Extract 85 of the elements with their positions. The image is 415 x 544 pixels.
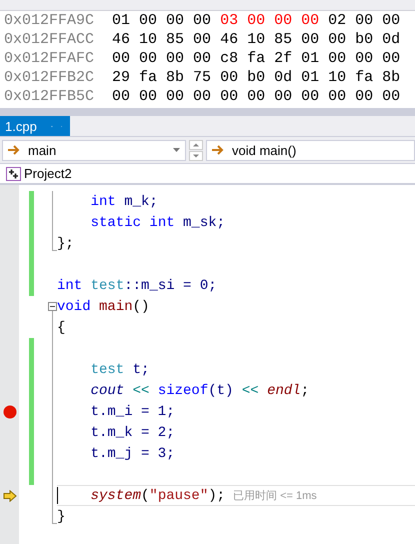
arrow-icon	[212, 145, 224, 155]
memory-byte: 10	[247, 30, 266, 49]
code-line: cout << sizeof(t) << endl;	[90, 382, 310, 398]
memory-byte: 00	[112, 49, 130, 68]
code-line: system("pause");	[90, 488, 226, 504]
memory-byte: 00	[193, 87, 212, 106]
code-line: int m_k;	[90, 194, 158, 210]
memory-byte: 00	[139, 11, 158, 30]
memory-byte: 0d	[382, 30, 400, 49]
code-line: static int m_sk;	[90, 214, 226, 230]
memory-byte: 00	[328, 30, 346, 49]
memory-byte: 00	[274, 11, 292, 30]
memory-byte: 00	[166, 87, 184, 106]
memory-byte: 75	[193, 68, 212, 87]
memory-byte: 00	[328, 87, 346, 106]
memory-byte: fa	[355, 68, 374, 87]
memory-byte: 10	[139, 30, 158, 49]
memory-byte: 00	[382, 87, 400, 106]
memory-byte: 00	[139, 87, 158, 106]
memory-byte: 0d	[274, 68, 292, 87]
project-name[interactable]: Project2	[24, 166, 72, 181]
code-line: {	[57, 320, 66, 336]
scope-dropdown[interactable]: main	[2, 140, 186, 160]
code-line: int test::m_si = 0;	[57, 278, 217, 294]
memory-address: 0x012FFACC	[4, 30, 96, 49]
memory-byte: 00	[382, 11, 400, 30]
memory-byte: 00	[355, 49, 374, 68]
memory-byte: 46	[112, 30, 130, 49]
memory-byte: 29	[112, 68, 130, 87]
memory-byte: 00	[220, 68, 238, 87]
memory-byte: 00	[247, 11, 266, 30]
elapsed-time-hint: 已用时间 <= 1ms	[233, 489, 317, 503]
memory-byte: c8	[220, 49, 238, 68]
memory-byte: 00	[193, 11, 212, 30]
memory-byte: 85	[274, 30, 292, 49]
memory-byte: 01	[112, 11, 130, 30]
horizontal-scrollbar[interactable]	[0, 108, 415, 116]
code-line: t.m_k = 2;	[90, 424, 175, 440]
memory-byte: 00	[301, 87, 320, 106]
memory-byte: 00	[112, 87, 130, 106]
memory-byte: 00	[166, 11, 184, 30]
code-line: test t;	[90, 362, 150, 378]
memory-byte: 00	[247, 87, 266, 106]
memory-byte: 01	[301, 49, 320, 68]
memory-byte: 10	[328, 68, 346, 87]
memory-address: 0x012FFAFC	[4, 49, 96, 68]
memory-byte: 8b	[382, 68, 400, 87]
member-dropdown[interactable]: void main()	[206, 140, 415, 160]
memory-byte: 03	[220, 11, 238, 30]
memory-byte: fa	[247, 49, 266, 68]
code-line: }	[57, 508, 66, 524]
memory-byte: 00	[193, 30, 212, 49]
file-tab[interactable]: 1.cpp	[0, 116, 70, 136]
memory-byte: fa	[139, 68, 158, 87]
memory-byte: 46	[220, 30, 238, 49]
memory-byte: 85	[166, 30, 184, 49]
memory-byte: 00	[139, 49, 158, 68]
memory-byte: 00	[382, 49, 400, 68]
memory-address: 0x012FFB5C	[4, 87, 96, 106]
memory-byte: 00	[301, 30, 320, 49]
caret-icon	[173, 148, 180, 152]
memory-byte: 00	[328, 49, 346, 68]
memory-byte: 02	[328, 11, 346, 30]
memory-byte: 00	[355, 87, 374, 106]
project-icon	[6, 166, 21, 180]
code-line: t.m_j = 3;	[90, 446, 175, 462]
arrow-icon	[8, 145, 20, 155]
code-line: };	[57, 236, 74, 252]
collapse-icon[interactable]	[48, 302, 57, 311]
memory-byte: 00	[220, 87, 238, 106]
memory-byte: 00	[355, 11, 374, 30]
memory-byte: 01	[301, 68, 320, 87]
memory-byte: b0	[355, 30, 374, 49]
breakpoint-icon[interactable]	[2, 404, 16, 418]
memory-address: 0x012FFA9C	[4, 11, 96, 30]
memory-byte: 00	[166, 49, 184, 68]
memory-byte: 00	[193, 49, 212, 68]
memory-byte: 8b	[166, 68, 184, 87]
code-line: void main()	[57, 298, 150, 314]
code-line: t.m_i = 1;	[90, 404, 175, 420]
memory-byte: 00	[301, 11, 320, 30]
memory-byte: b0	[247, 68, 266, 87]
memory-address: 0x012FFB2C	[4, 68, 96, 87]
memory-byte: 2f	[274, 49, 292, 68]
memory-byte: 00	[274, 87, 292, 106]
